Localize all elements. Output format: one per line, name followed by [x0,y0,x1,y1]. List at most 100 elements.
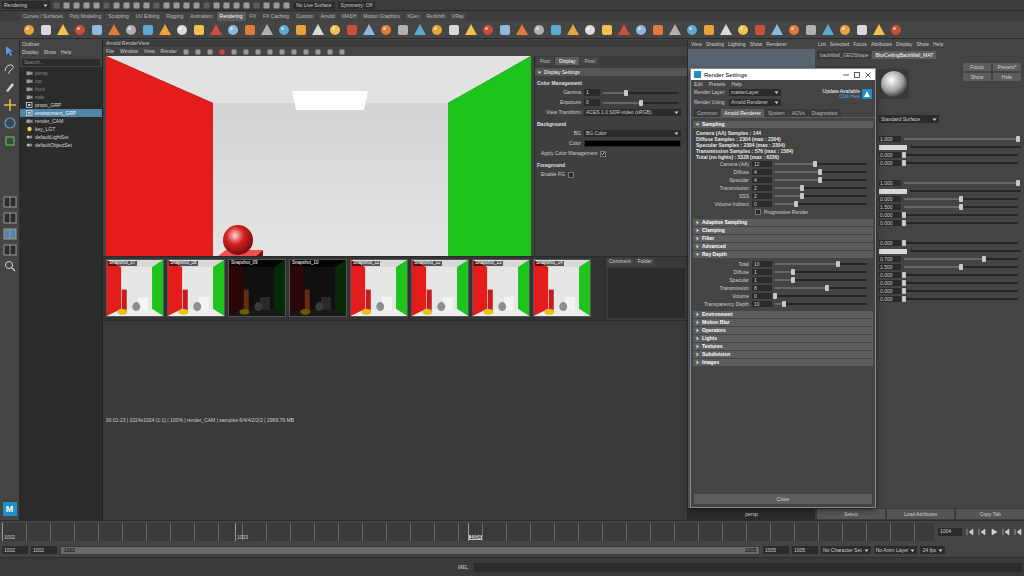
slider-track[interactable] [904,298,1018,300]
tool-icon[interactable] [3,134,17,148]
render-settings-tab[interactable]: Common [694,109,720,117]
range-field[interactable]: 1002 [31,546,57,554]
command-input[interactable] [474,563,1022,572]
view-transform-dropdown[interactable]: ACES 1.0 SDR-video (sRGB) [584,109,681,116]
slider-track[interactable] [775,195,867,197]
slider-handle[interactable] [773,293,777,299]
slider-track[interactable] [904,198,1018,200]
playback-icon[interactable] [966,528,974,536]
snapshot-thumb[interactable]: Snapshot_13 [472,259,530,317]
update-notice[interactable]: Update AvailableClick Here [823,88,872,100]
slider-track[interactable] [775,163,867,165]
menu-item[interactable]: Edit [694,82,703,87]
color-swatch[interactable] [879,189,907,194]
slider-track[interactable] [603,102,679,104]
slider-track[interactable] [904,162,1018,164]
search-icon[interactable] [4,260,16,272]
shelf-tab[interactable]: UV Editing [133,12,163,21]
value-field[interactable]: 10 [752,261,772,267]
shelf-tool-icon[interactable] [107,23,121,37]
shelf-tool-icon[interactable] [192,23,206,37]
slider-track[interactable] [775,203,867,205]
shelf-tool-icon[interactable] [600,23,614,37]
render-settings-tab[interactable]: Diagnostics [809,109,841,117]
menu-item[interactable]: Help [933,42,943,47]
side-tab[interactable]: Folder [635,258,655,266]
slider-track[interactable] [904,266,1018,268]
menu-item[interactable]: Help [61,50,71,55]
shelf-tool-icon[interactable] [753,23,767,37]
outliner-item[interactable]: front [20,85,102,93]
toolbar-icon[interactable] [195,49,201,55]
footer-button[interactable]: Select [817,509,885,519]
shelf-tab[interactable]: XGen [404,12,423,21]
shelf-tool-icon[interactable] [617,23,631,37]
snapshot-thumb[interactable]: Snapshot_12 [411,259,469,317]
slider-track[interactable] [775,295,867,297]
fps-dropdown[interactable]: 24 fps [920,546,945,554]
toolbar-icon[interactable] [303,49,309,55]
tool-icon[interactable] [183,2,190,9]
slider-track[interactable] [775,287,867,289]
toolbar-icon[interactable] [339,49,345,55]
shelf-tool-icon[interactable] [226,23,240,37]
side-tab[interactable]: Comment [606,258,634,266]
shelf-tool-icon[interactable] [719,23,733,37]
workspace-dropdown[interactable]: Rendering [2,1,50,9]
shelf-tool-icon[interactable] [583,23,597,37]
header-dropdown[interactable]: Arnold Renderer [729,99,781,106]
shelf-tool-icon[interactable] [175,23,189,37]
shelf-tool-icon[interactable] [634,23,648,37]
shelf-tool-icon[interactable] [872,23,886,37]
playback-icon[interactable] [990,528,998,536]
tool-icon[interactable] [3,116,17,130]
maya-logo[interactable]: M [3,502,17,516]
slider-handle[interactable] [902,152,906,158]
shelf-tool-icon[interactable] [396,23,410,37]
shelf-tool-icon[interactable] [141,23,155,37]
menu-item[interactable]: List [818,42,826,47]
tool-icon[interactable] [143,2,150,9]
shelf-tool-icon[interactable] [855,23,869,37]
layout-icon[interactable] [3,212,17,224]
menu-item[interactable]: Show [750,42,763,47]
outliner-item[interactable]: render_CAM [20,117,102,125]
section-header[interactable]: Subdivision [693,351,873,358]
value-field[interactable]: 1.000 [879,180,901,186]
value-field[interactable]: 0.000 [879,220,901,226]
time-tick[interactable]: 1004 [468,523,701,541]
slider-handle[interactable] [800,185,804,191]
playback-icon[interactable] [1002,528,1010,536]
slider-handle[interactable] [902,296,906,302]
slider-handle[interactable] [782,301,786,307]
slider-handle[interactable] [836,261,840,267]
toolbar-icon[interactable] [183,49,189,55]
tool-icon[interactable] [123,2,130,9]
footer-button[interactable]: Load Attributes [887,509,955,519]
section-header[interactable]: Color Management [535,79,687,87]
slider-handle[interactable] [902,288,906,294]
value-field[interactable]: 0.000 [879,272,901,278]
snapshot-thumb[interactable]: Snapshot_10 [289,259,347,317]
menu-item[interactable]: Render [161,49,177,54]
outliner-item[interactable]: key_LGT [20,125,102,133]
tool-icon[interactable] [273,2,280,9]
tool-icon[interactable] [223,2,230,9]
slider-track[interactable] [775,263,867,265]
shelf-tool-icon[interactable] [362,23,376,37]
render-settings-tab[interactable]: System [765,109,788,117]
checkbox[interactable] [568,172,574,178]
section-header[interactable]: Operators [693,327,873,334]
tool-icon[interactable] [193,2,200,9]
shader-button[interactable]: Show [963,73,991,81]
playback-icon[interactable] [978,528,986,536]
value-field[interactable]: 1 [752,269,772,275]
value-field[interactable]: 0 [752,293,772,299]
shelf-tool-icon[interactable] [311,23,325,37]
snapshot-thumb[interactable]: Snapshot_14 [533,259,591,317]
value-field[interactable]: 0.000 [879,196,901,202]
value-field[interactable]: 0.700 [879,256,901,262]
slider-track[interactable] [904,290,1018,292]
slider-handle[interactable] [794,201,798,207]
range-handle[interactable]: 10021005 [61,547,759,554]
